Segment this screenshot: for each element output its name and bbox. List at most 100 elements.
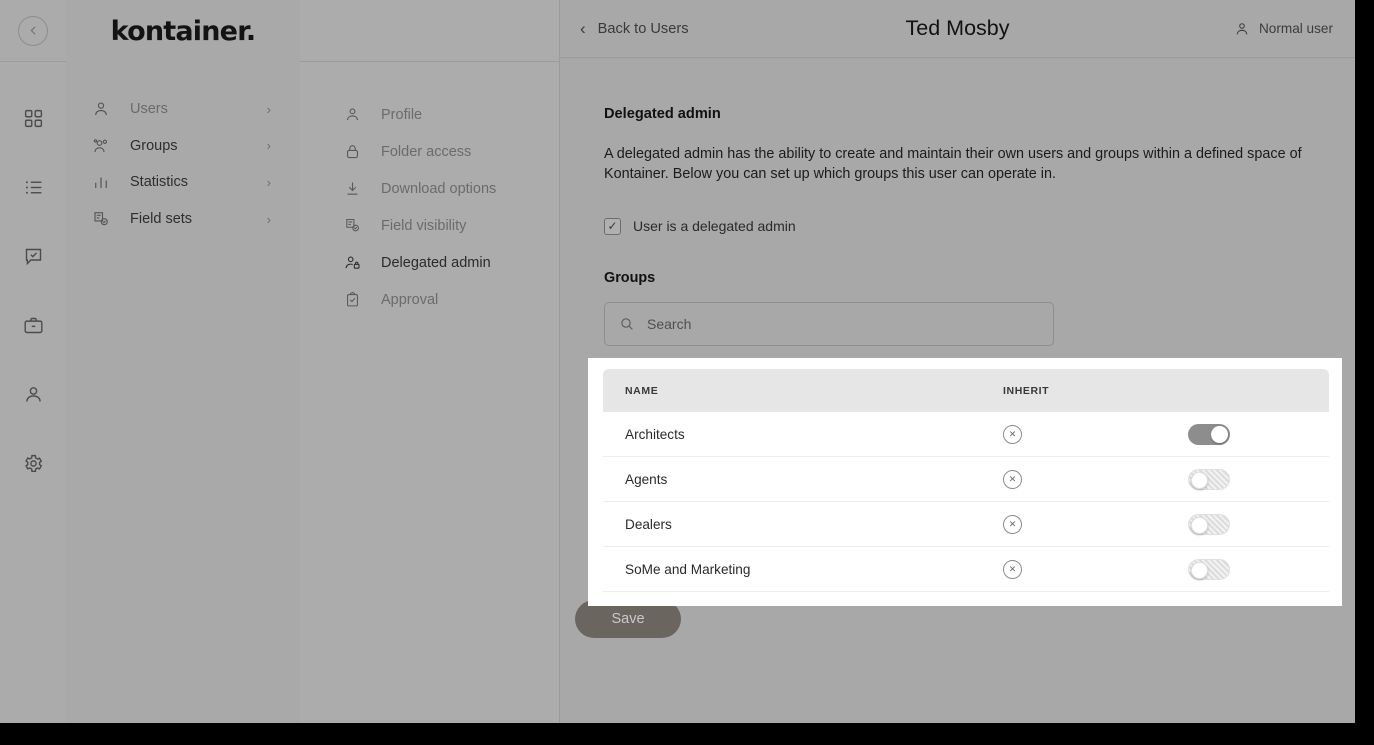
nav-panel: kontainer. Users › Groups › Statistics ›… — [66, 0, 300, 723]
rail-icon-list — [0, 62, 66, 498]
submenu-label: Folder access — [381, 143, 472, 160]
group-name: Architects — [625, 426, 685, 442]
rail-top — [0, 0, 66, 62]
nav-item-users[interactable]: Users › — [66, 91, 300, 128]
chevron-right-icon: › — [266, 138, 271, 154]
nav-label: Users — [130, 101, 168, 118]
group-toggle[interactable] — [1188, 468, 1230, 490]
nav-item-field-sets[interactable]: Field sets › — [66, 201, 300, 238]
submenu-item-approval[interactable]: Approval — [300, 281, 559, 318]
rail-item-approvals[interactable] — [0, 222, 66, 291]
back-to-users-button[interactable]: ‹ Back to Users — [560, 19, 689, 39]
nav-item-statistics[interactable]: Statistics › — [66, 164, 300, 201]
section-title: Delegated admin — [604, 106, 721, 122]
submenu-top-spacer — [300, 0, 559, 62]
rail-item-settings[interactable] — [0, 429, 66, 498]
submenu-item-folder-access[interactable]: Folder access — [300, 133, 559, 170]
column-header-inherit: INHERIT — [1003, 384, 1050, 397]
circle-x-icon[interactable]: ✕ — [1003, 559, 1022, 579]
search-placeholder: Search — [647, 315, 692, 332]
toggle-cell[interactable] — [1188, 513, 1329, 535]
toggle-cell[interactable] — [1188, 558, 1329, 580]
nav-label: Statistics — [130, 174, 189, 191]
inherit-cell[interactable]: ✕ — [1003, 514, 1188, 534]
nav-item-groups[interactable]: Groups › — [66, 128, 300, 165]
group-name: Agents — [625, 471, 668, 487]
checkbox-label: User is a delegated admin — [633, 218, 796, 235]
table-row[interactable]: Dealers ✕ — [603, 502, 1329, 547]
group-toggle[interactable] — [1188, 513, 1230, 535]
circle-x-icon[interactable]: ✕ — [1003, 469, 1022, 489]
inherit-cell[interactable]: ✕ — [1003, 469, 1188, 489]
rail-item-grid[interactable] — [0, 84, 66, 153]
circle-x-icon[interactable]: ✕ — [1003, 424, 1022, 444]
search-icon — [619, 316, 635, 332]
back-label: Back to Users — [597, 20, 689, 37]
toggle-cell[interactable] — [1188, 423, 1329, 445]
grid-icon — [23, 108, 44, 129]
toggle-cell[interactable] — [1188, 468, 1329, 490]
submenu-item-profile[interactable]: Profile — [300, 96, 559, 133]
chevron-right-icon: › — [266, 211, 271, 227]
inherit-cell[interactable]: ✕ — [1003, 424, 1188, 444]
bar-chart-icon — [92, 173, 114, 191]
groups-table: NAME INHERIT Architects ✕ Agents ✕ Deale… — [603, 369, 1329, 592]
submenu-panel: Profile Folder access Download options F… — [300, 0, 560, 723]
rail-item-projects[interactable] — [0, 291, 66, 360]
list-icon — [23, 177, 44, 198]
group-toggle[interactable] — [1188, 558, 1230, 580]
rail-item-list[interactable] — [0, 153, 66, 222]
submenu-item-field-visibility[interactable]: Field visibility — [300, 207, 559, 244]
chat-check-icon — [23, 246, 44, 267]
user-role-chip[interactable]: Normal user — [1234, 21, 1355, 37]
column-header-name: NAME — [625, 384, 659, 397]
lock-icon — [344, 143, 364, 160]
brand-logo: kontainer. — [110, 15, 256, 47]
download-icon — [344, 180, 364, 197]
rail-item-users[interactable] — [0, 360, 66, 429]
groups-label: Groups — [604, 269, 656, 286]
person-icon — [23, 384, 44, 405]
submenu-item-download-options[interactable]: Download options — [300, 170, 559, 207]
table-row[interactable]: SoMe and Marketing ✕ — [603, 547, 1329, 592]
topbar: ‹ Back to Users Ted Mosby Normal user — [560, 0, 1355, 58]
chevron-right-icon: › — [266, 101, 271, 117]
delegated-admin-checkbox-row[interactable]: ✓ User is a delegated admin — [604, 217, 1355, 235]
table-row[interactable]: Architects ✕ — [603, 412, 1329, 457]
group-icon — [92, 137, 114, 155]
group-name: Dealers — [625, 516, 672, 532]
toggle-knob — [1191, 471, 1208, 489]
group-search-box[interactable]: Search — [604, 301, 1054, 346]
chevron-left-icon — [27, 24, 40, 37]
groups-table-card: NAME INHERIT Architects ✕ Agents ✕ Deale… — [588, 358, 1342, 606]
table-row[interactable]: Agents ✕ — [603, 457, 1329, 502]
submenu-label: Profile — [381, 106, 423, 123]
clipboard-check-icon — [344, 291, 364, 308]
group-name: SoMe and Marketing — [625, 561, 751, 577]
group-toggle[interactable] — [1188, 423, 1230, 445]
nav-label: Groups — [130, 137, 178, 154]
submenu-item-delegated-admin[interactable]: Delegated admin — [300, 244, 559, 281]
delegated-admin-checkbox[interactable]: ✓ — [604, 217, 621, 235]
submenu-label: Download options — [381, 180, 497, 197]
toggle-knob — [1211, 425, 1228, 443]
circle-x-icon[interactable]: ✕ — [1003, 514, 1022, 534]
submenu-label: Approval — [381, 291, 439, 308]
toggle-knob — [1191, 561, 1208, 579]
person-lock-icon — [344, 254, 364, 271]
icon-rail — [0, 0, 66, 723]
person-icon — [344, 106, 364, 123]
form-check-icon — [92, 210, 114, 228]
brand-logo-wrap: kontainer. — [66, 0, 300, 62]
inherit-cell[interactable]: ✕ — [1003, 559, 1188, 579]
chevron-left-icon: ‹ — [580, 18, 586, 38]
nav-list: Users › Groups › Statistics › Field sets… — [66, 62, 300, 237]
gear-icon — [23, 453, 44, 474]
section-description: A delegated admin has the ability to cre… — [604, 146, 1302, 183]
chevron-right-icon: › — [266, 174, 271, 190]
toggle-knob — [1191, 516, 1208, 534]
nav-label: Field sets — [130, 211, 193, 228]
collapse-sidebar-button[interactable] — [18, 15, 48, 46]
document-check-icon — [344, 217, 364, 234]
person-icon — [1234, 21, 1250, 37]
